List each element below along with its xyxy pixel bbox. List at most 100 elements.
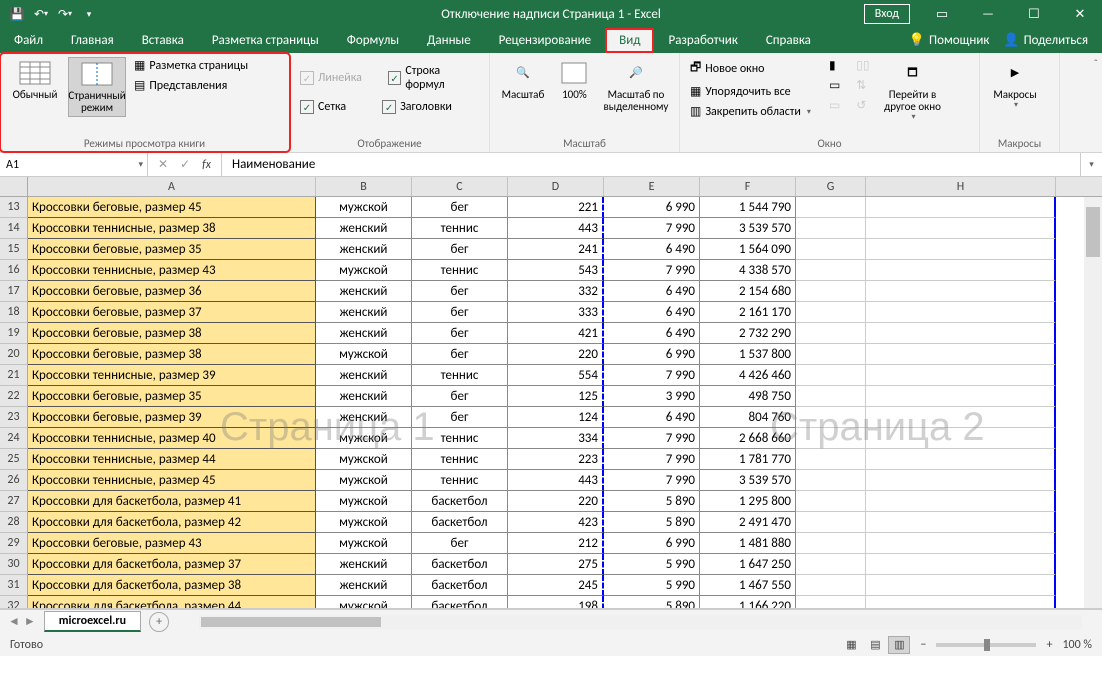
table-row[interactable]: 30 Кроссовки для баскетбола, размер 37 ж… <box>0 554 1102 575</box>
cell[interactable] <box>866 218 1056 239</box>
cell[interactable]: 5 890 <box>604 491 700 512</box>
cell[interactable] <box>866 533 1056 554</box>
cell[interactable]: бег <box>412 323 508 344</box>
cell[interactable] <box>866 575 1056 596</box>
tab-pagelayout[interactable]: Разметка страницы <box>198 28 333 53</box>
cell[interactable]: 3 539 570 <box>700 218 796 239</box>
cell[interactable]: теннис <box>412 218 508 239</box>
cell[interactable]: Кроссовки теннисные, размер 39 <box>28 365 316 386</box>
cell[interactable]: 421 <box>508 323 604 344</box>
cell[interactable] <box>796 239 866 260</box>
cell[interactable]: мужской <box>316 197 412 218</box>
cell[interactable]: 6 990 <box>604 197 700 218</box>
cell[interactable]: 1 467 550 <box>700 575 796 596</box>
zoom-in-icon[interactable]: + <box>1046 638 1052 652</box>
row-header[interactable]: 31 <box>0 575 28 596</box>
cell[interactable]: 5 990 <box>604 575 700 596</box>
cell[interactable] <box>866 239 1056 260</box>
cell[interactable]: 7 990 <box>604 365 700 386</box>
save-icon[interactable]: 💾 <box>6 3 28 25</box>
row-header[interactable]: 24 <box>0 428 28 449</box>
cell[interactable]: 7 990 <box>604 218 700 239</box>
formula-bar-checkbox[interactable]: ✓Строка формул <box>384 63 483 93</box>
table-row[interactable]: 18 Кроссовки беговые, размер 37 женский … <box>0 302 1102 323</box>
cell[interactable]: женский <box>316 575 412 596</box>
cell[interactable]: женский <box>316 302 412 323</box>
tab-review[interactable]: Рецензирование <box>485 28 605 53</box>
cell[interactable]: Кроссовки теннисные, размер 44 <box>28 449 316 470</box>
cell[interactable]: 554 <box>508 365 604 386</box>
cell[interactable]: бег <box>412 302 508 323</box>
cell[interactable] <box>866 449 1056 470</box>
cell[interactable]: женский <box>316 407 412 428</box>
cell[interactable] <box>796 365 866 386</box>
col-header-b[interactable]: B <box>316 177 412 196</box>
collapse-ribbon-icon[interactable]: ˆ <box>1094 57 1098 70</box>
cell[interactable] <box>796 575 866 596</box>
cell[interactable]: 6 490 <box>604 407 700 428</box>
row-header[interactable]: 17 <box>0 281 28 302</box>
cell[interactable]: 334 <box>508 428 604 449</box>
col-header-e[interactable]: E <box>604 177 700 196</box>
tab-insert[interactable]: Вставка <box>128 28 198 53</box>
cell[interactable]: бег <box>412 344 508 365</box>
row-header[interactable]: 19 <box>0 323 28 344</box>
split-button[interactable]: ▮ <box>825 57 844 74</box>
tab-view[interactable]: Вид <box>605 28 654 53</box>
cell[interactable]: 5 890 <box>604 596 700 609</box>
sheet-tab[interactable]: microexcel.ru <box>44 611 141 632</box>
row-header[interactable]: 30 <box>0 554 28 575</box>
cell[interactable]: Кроссовки беговые, размер 35 <box>28 386 316 407</box>
cell[interactable]: женский <box>316 386 412 407</box>
cell[interactable]: 1 537 800 <box>700 344 796 365</box>
cell[interactable] <box>866 302 1056 323</box>
cell[interactable]: мужской <box>316 491 412 512</box>
row-header[interactable]: 32 <box>0 596 28 609</box>
gridlines-checkbox[interactable]: ✓Сетка <box>296 99 350 115</box>
cell[interactable]: бег <box>412 407 508 428</box>
cell[interactable]: мужской <box>316 428 412 449</box>
cell[interactable] <box>796 596 866 609</box>
cell[interactable] <box>866 386 1056 407</box>
cell[interactable] <box>796 323 866 344</box>
cell[interactable]: 1 544 790 <box>700 197 796 218</box>
table-row[interactable]: 19 Кроссовки беговые, размер 38 женский … <box>0 323 1102 344</box>
cell[interactable]: бег <box>412 197 508 218</box>
cell[interactable]: 212 <box>508 533 604 554</box>
cell[interactable]: 1 781 770 <box>700 449 796 470</box>
headings-checkbox[interactable]: ✓Заголовки <box>378 99 456 115</box>
cell[interactable]: мужской <box>316 260 412 281</box>
freeze-panes-button[interactable]: ▥Закрепить области▾ <box>686 103 815 120</box>
formula-input[interactable]: Наименование <box>222 153 1080 176</box>
cell[interactable]: 6 990 <box>604 344 700 365</box>
cell[interactable]: 241 <box>508 239 604 260</box>
cell[interactable]: теннис <box>412 365 508 386</box>
row-header[interactable]: 18 <box>0 302 28 323</box>
cell[interactable]: баскетбол <box>412 491 508 512</box>
cell[interactable]: 423 <box>508 512 604 533</box>
pagebreak-view-status-icon[interactable]: ▥ <box>888 636 910 654</box>
table-row[interactable]: 23 Кроссовки беговые, размер 39 женский … <box>0 407 1102 428</box>
cell[interactable]: теннис <box>412 260 508 281</box>
cell[interactable]: 6 490 <box>604 323 700 344</box>
cell[interactable]: баскетбол <box>412 512 508 533</box>
cell[interactable]: 498 750 <box>700 386 796 407</box>
cell[interactable] <box>866 512 1056 533</box>
table-row[interactable]: 14 Кроссовки теннисные, размер 38 женски… <box>0 218 1102 239</box>
tab-home[interactable]: Главная <box>57 28 128 53</box>
table-row[interactable]: 13 Кроссовки беговые, размер 45 мужской … <box>0 197 1102 218</box>
cell[interactable]: мужской <box>316 596 412 609</box>
cell[interactable]: 220 <box>508 344 604 365</box>
zoom-slider[interactable] <box>936 643 1036 647</box>
row-header[interactable]: 25 <box>0 449 28 470</box>
cell[interactable] <box>866 281 1056 302</box>
cell[interactable]: Кроссовки беговые, размер 35 <box>28 239 316 260</box>
cell[interactable] <box>796 470 866 491</box>
zoom-percent[interactable]: 100 % <box>1062 638 1092 652</box>
cell[interactable]: баскетбол <box>412 596 508 609</box>
cell[interactable]: Кроссовки для баскетбола, размер 41 <box>28 491 316 512</box>
cell[interactable]: 4 426 460 <box>700 365 796 386</box>
cell[interactable]: Кроссовки беговые, размер 43 <box>28 533 316 554</box>
cell[interactable]: женский <box>316 218 412 239</box>
cell[interactable]: Кроссовки для баскетбола, размер 42 <box>28 512 316 533</box>
